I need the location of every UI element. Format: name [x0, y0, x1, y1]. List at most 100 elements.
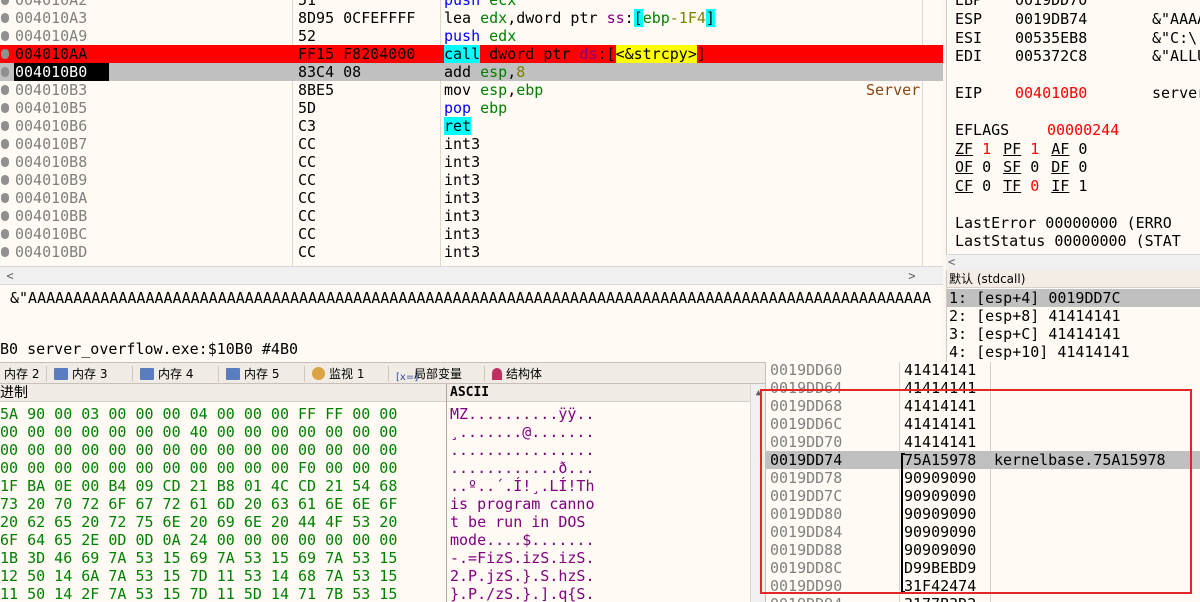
- scroll-left-icon[interactable]: <: [948, 255, 955, 269]
- tab-5[interactable]: 监视 1: [312, 365, 364, 383]
- breakpoint-gutter-icon[interactable]: [1, 85, 9, 95]
- instruction-address: 004010B0: [14, 63, 109, 81]
- flag-af[interactable]: AF 0: [1051, 140, 1087, 158]
- stack-row[interactable]: 0019DD78 90909090: [766, 469, 1200, 487]
- breakpoint-gutter-icon[interactable]: [1, 49, 9, 59]
- register-row-eip[interactable]: EIP 004010B0server: [955, 84, 1200, 102]
- scroll-left-icon[interactable]: <: [2, 268, 18, 284]
- register-value[interactable]: 004010B0: [1015, 84, 1152, 102]
- dump-hex-bytes: 11 50 14 2F 7A 53 15 7D 11 5D 14 71 7B 5…: [0, 585, 398, 602]
- register-row-esp[interactable]: ESP 0019DB74&"AAAA: [955, 10, 1200, 28]
- tab-2[interactable]: 内存 3: [54, 365, 107, 383]
- stack-row[interactable]: 0019DD68 41414141: [766, 397, 1200, 415]
- disassembly-row[interactable]: 004010BA CC int3: [0, 189, 943, 207]
- stack-row[interactable]: 0019DD88 90909090: [766, 541, 1200, 559]
- flag-if[interactable]: IF 1: [1051, 177, 1087, 195]
- breakpoint-gutter-icon[interactable]: [1, 31, 9, 41]
- register-comment: &"AAAA: [1152, 10, 1200, 28]
- stack-row[interactable]: 0019DD90 31F42474: [766, 577, 1200, 595]
- register-value[interactable]: 00535EB8: [1015, 29, 1152, 47]
- last-error-row[interactable]: LastError 00000000 (ERRO: [955, 214, 1172, 232]
- breakpoint-gutter-icon[interactable]: [1, 67, 9, 77]
- breakpoint-gutter-icon[interactable]: [1, 13, 9, 23]
- flag-cf[interactable]: CF 0: [955, 177, 991, 195]
- disassembly-row[interactable]: 004010BC CC int3: [0, 225, 943, 243]
- registers-pane[interactable]: EBP 0019DD70 ESP 0019DB74&"AAAA ESI 00535EB…: [946, 0, 1200, 254]
- disassembly-row[interactable]: 004010B8 CC int3: [0, 153, 943, 171]
- flag-sf[interactable]: SF 0: [1003, 158, 1039, 176]
- stack-row[interactable]: 0019DD64 41414141: [766, 379, 1200, 397]
- register-row-eflags[interactable]: EFLAGS 00000244: [955, 121, 1184, 139]
- stack-row[interactable]: 0019DD60 41414141: [766, 362, 1200, 379]
- breakpoint-gutter-icon[interactable]: [1, 247, 9, 257]
- last-status-row[interactable]: LastStatus 00000000 (STAT: [955, 232, 1181, 250]
- breakpoint-gutter-icon[interactable]: [1, 229, 9, 239]
- calling-convention-header[interactable]: 默认 (stdcall): [947, 270, 1200, 288]
- disassembly-row[interactable]: 004010B7 CC int3: [0, 135, 943, 153]
- stack-address: 0019DD74: [770, 451, 843, 469]
- dump-vertical-scrollbar[interactable]: ▲: [750, 384, 765, 602]
- stack-row[interactable]: 0019DD7C 90909090: [766, 487, 1200, 505]
- tab-3[interactable]: 内存 4: [140, 365, 193, 383]
- last-error-text: LastError 00000000 (ERRO: [955, 214, 1172, 232]
- register-value[interactable]: 00000244: [1047, 121, 1184, 139]
- scroll-up-icon[interactable]: ▲: [751, 386, 766, 400]
- flag-zf[interactable]: ZF 1: [955, 140, 991, 158]
- tab-1[interactable]: 内存 2: [0, 365, 39, 383]
- argument-row[interactable]: 2: [esp+8] 41414141: [947, 307, 1200, 325]
- stack-row[interactable]: 0019DD80 90909090: [766, 505, 1200, 523]
- tab-6[interactable]: [x=]局部变量: [396, 365, 462, 383]
- stack-row[interactable]: 0019DD84 90909090: [766, 523, 1200, 541]
- argument-row[interactable]: 3: [esp+C] 41414141: [947, 325, 1200, 343]
- register-name: ESI: [955, 29, 983, 47]
- dump-ascii-text: t be run in DOS: [450, 513, 586, 531]
- breakpoint-gutter-icon[interactable]: [1, 193, 9, 203]
- register-value[interactable]: 0019DD70: [1015, 0, 1152, 9]
- stack-row[interactable]: 0019DD94 3177B3D2: [766, 595, 1200, 602]
- stack-row[interactable]: 0019DD70 41414141: [766, 433, 1200, 451]
- breakpoint-gutter-icon[interactable]: [1, 157, 9, 167]
- call-arguments-pane[interactable]: 默认 (stdcall) 1: [esp+4] 0019DD7C 2: [esp+…: [946, 270, 1200, 362]
- info-address-text: B0 server_overflow.exe:$10B0 #4B0: [0, 340, 299, 358]
- flag-tf[interactable]: TF 0: [1003, 177, 1039, 195]
- breakpoint-gutter-icon[interactable]: [1, 103, 9, 113]
- breakpoint-gutter-icon[interactable]: [1, 121, 9, 131]
- breakpoint-gutter-icon[interactable]: [1, 0, 9, 5]
- registers-horizontal-scrollbar[interactable]: <: [946, 254, 1200, 270]
- register-value[interactable]: 005372C8: [1015, 47, 1152, 65]
- hex-dump-pane[interactable]: 进制 ASCII 5A 90 00 03 00 00 00 04 00 00 0…: [0, 384, 750, 602]
- scroll-right-icon[interactable]: >: [904, 268, 920, 284]
- breakpoint-gutter-icon[interactable]: [1, 139, 9, 149]
- stack-pane[interactable]: 0019DD60 41414141 0019DD64 41414141 0019DD68…: [765, 362, 1200, 602]
- register-name: EFLAGS: [955, 121, 1010, 139]
- breakpoint-gutter-icon[interactable]: [1, 211, 9, 221]
- flag-pf[interactable]: PF 1: [1003, 140, 1039, 158]
- stack-row[interactable]: 0019DD8C D99BEBD9: [766, 559, 1200, 577]
- stack-row[interactable]: 0019DD6C 41414141: [766, 415, 1200, 433]
- disassembly-row[interactable]: 004010B3 8BE5 mov esp,ebp Server: [0, 81, 943, 99]
- flag-df[interactable]: DF 0: [1051, 158, 1087, 176]
- disassembly-row[interactable]: 004010A2 51 push ecx: [0, 0, 943, 9]
- register-row-esi[interactable]: ESI 00535EB8 &"C:\: [955, 29, 1197, 47]
- stack-row[interactable]: 0019DD74 75A15978 kernelbase.75A15978: [766, 451, 1200, 469]
- tab-4[interactable]: 内存 5: [226, 365, 279, 383]
- disassembly-pane[interactable]: 004010A2 51 push ecx 004010A3 8D95 0CFEFFFF l…: [0, 0, 943, 270]
- disassembly-row[interactable]: 004010BB CC int3: [0, 207, 943, 225]
- register-row-edi[interactable]: EDI 005372C8&"ALLU: [955, 47, 1200, 65]
- argument-row[interactable]: 1: [esp+4] 0019DD7C: [947, 289, 1200, 307]
- flag-of[interactable]: OF 0: [955, 158, 991, 176]
- disassembly-row[interactable]: 004010AA FF15 F8204000 call dword ptr ds:[…: [0, 45, 943, 63]
- disassembly-row[interactable]: 004010A9 52 push edx: [0, 27, 943, 45]
- register-row-ebp[interactable]: EBP 0019DD70: [955, 0, 1152, 9]
- disassembly-horizontal-scrollbar[interactable]: < >: [0, 266, 943, 284]
- argument-row[interactable]: 4: [esp+10] 41414141: [947, 343, 1200, 361]
- disassembly-row[interactable]: 004010A3 8D95 0CFEFFFF lea edx,dword ptr s…: [0, 9, 943, 27]
- disassembly-row[interactable]: 004010BD CC int3: [0, 243, 943, 261]
- breakpoint-gutter-icon[interactable]: [1, 175, 9, 185]
- tab-7[interactable]: 结构体: [492, 365, 542, 383]
- disassembly-row[interactable]: 004010B5 5D pop ebp: [0, 99, 943, 117]
- register-value[interactable]: 0019DB74: [1015, 10, 1152, 28]
- disassembly-row[interactable]: 004010B6 C3 ret: [0, 117, 943, 135]
- disassembly-row[interactable]: 004010B0 83C4 08 add esp,8: [0, 63, 943, 81]
- disassembly-row[interactable]: 004010B9 CC int3: [0, 171, 943, 189]
